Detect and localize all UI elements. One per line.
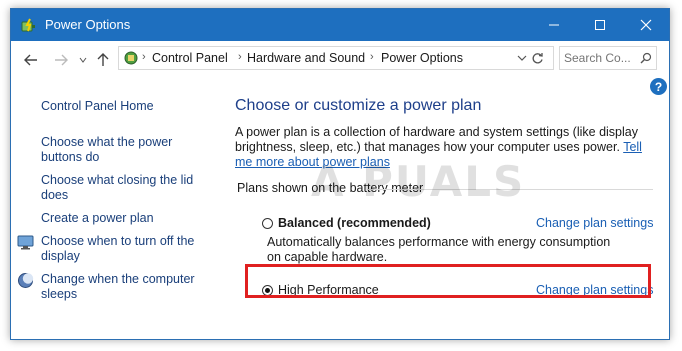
- search-box[interactable]: [559, 46, 657, 70]
- refresh-button[interactable]: [526, 47, 548, 69]
- sidebar: Control Panel Home Choose what the power…: [11, 79, 216, 339]
- description-text: A power plan is a collection of hardware…: [235, 125, 638, 154]
- forward-button[interactable]: [51, 50, 71, 70]
- sidebar-item-computer-sleeps[interactable]: Change when the computer sleeps: [41, 272, 201, 302]
- balanced-change-plan-link[interactable]: Change plan settings: [536, 216, 653, 230]
- sidebar-item-create-power-plan[interactable]: Create a power plan: [41, 211, 201, 226]
- refresh-icon: [532, 52, 543, 63]
- close-button[interactable]: [623, 9, 669, 41]
- minimize-icon: [549, 24, 559, 26]
- window-title: Power Options: [45, 17, 131, 32]
- breadcrumb-separator: ›: [142, 51, 146, 63]
- balanced-plan-radio[interactable]: [262, 218, 273, 229]
- sidebar-item-turn-off-display[interactable]: Choose when to turn off the display: [41, 234, 201, 264]
- up-arrow-icon: [97, 53, 109, 66]
- minimize-button[interactable]: [531, 9, 577, 41]
- sleep-moon-icon: [18, 273, 34, 288]
- maximize-button[interactable]: [577, 9, 623, 41]
- power-options-icon: [21, 18, 35, 32]
- maximize-icon: [595, 20, 605, 30]
- breadcrumb-control-panel[interactable]: Control Panel: [152, 51, 228, 65]
- red-highlight-box: [245, 264, 651, 298]
- balanced-plan-label[interactable]: Balanced (recommended): [278, 216, 431, 230]
- page-title: Choose or customize a power plan: [235, 97, 482, 114]
- breadcrumb-hardware-and-sound[interactable]: Hardware and Sound: [247, 51, 365, 65]
- display-icon: [17, 235, 34, 250]
- address-bar[interactable]: › Control Panel › Hardware and Sound › P…: [118, 46, 554, 70]
- recent-locations-dropdown[interactable]: [73, 50, 93, 70]
- breadcrumb-power-options[interactable]: Power Options: [381, 51, 463, 65]
- back-arrow-icon: [24, 54, 37, 66]
- sidebar-item-closing-lid[interactable]: Choose what closing the lid does: [41, 173, 201, 203]
- watermark-logo: A PUALS: [311, 157, 526, 206]
- search-icon: [640, 52, 652, 64]
- search-input[interactable]: [564, 49, 638, 67]
- breadcrumb-separator: ›: [370, 51, 374, 63]
- back-button[interactable]: [21, 50, 41, 70]
- chevron-down-icon: [79, 57, 87, 63]
- close-icon: [640, 19, 652, 31]
- title-bar[interactable]: Power Options: [11, 9, 669, 41]
- sidebar-item-control-panel-home[interactable]: Control Panel Home: [41, 99, 201, 114]
- control-panel-icon: [124, 51, 138, 65]
- navigation-bar: › Control Panel › Hardware and Sound › P…: [11, 41, 669, 79]
- up-button[interactable]: [93, 50, 113, 70]
- forward-arrow-icon: [55, 54, 68, 66]
- main-content: Choose or customize a power plan A power…: [235, 79, 665, 339]
- balanced-plan-description: Automatically balances performance with …: [267, 235, 611, 264]
- sidebar-item-power-buttons[interactable]: Choose what the power buttons do: [41, 135, 201, 165]
- breadcrumb-separator: ›: [238, 51, 242, 63]
